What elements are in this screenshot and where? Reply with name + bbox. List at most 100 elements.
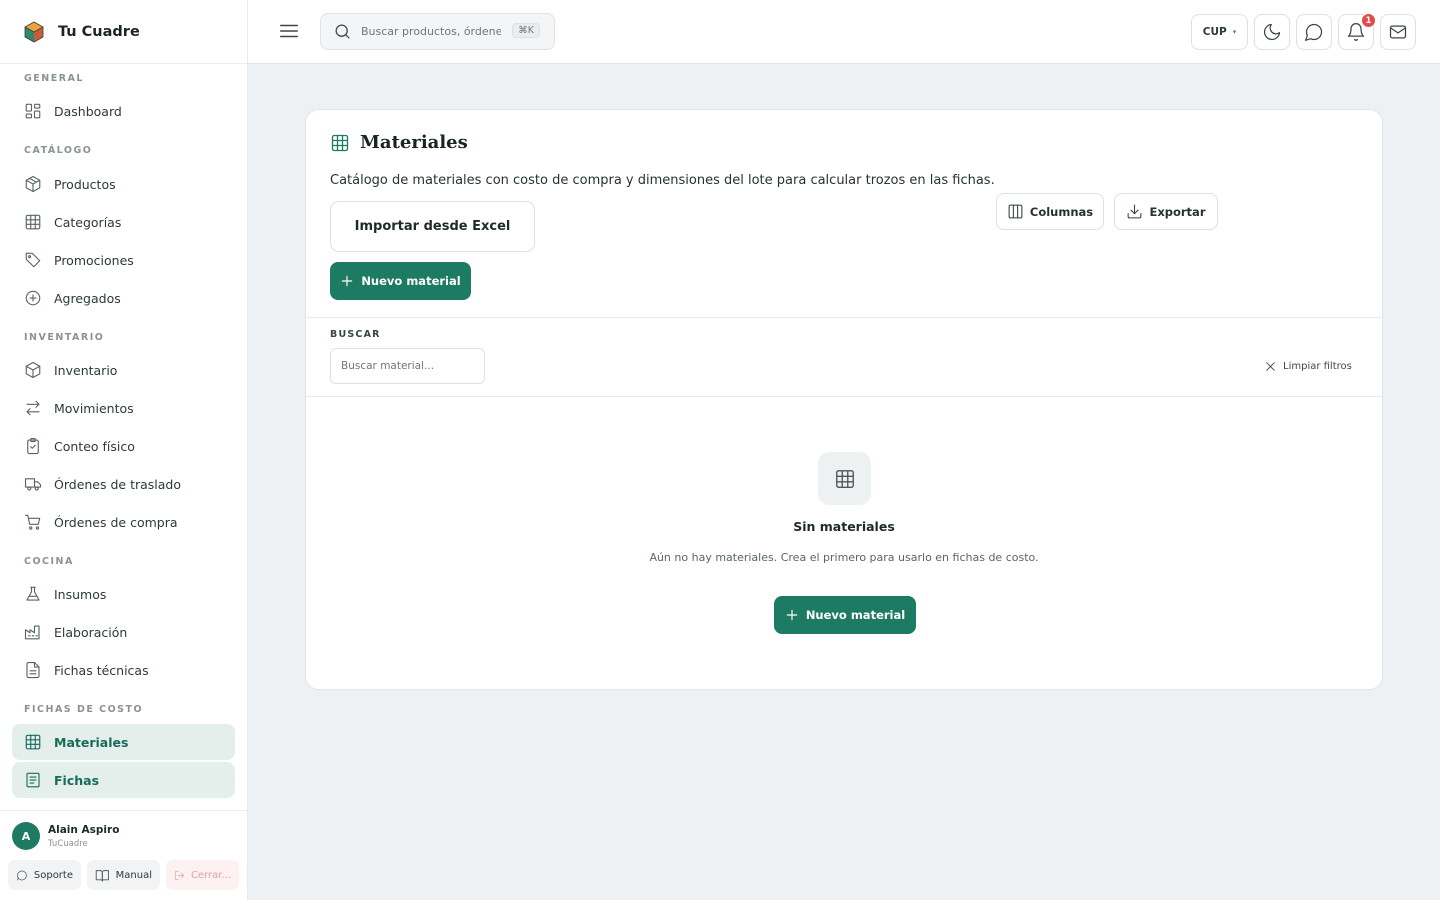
box-icon	[24, 175, 42, 193]
empty-state-description: Aún no hay materiales. Crea el primero p…	[649, 551, 1039, 564]
shortcut-hint: ⌘K	[512, 23, 540, 38]
plus-icon	[342, 275, 353, 287]
divider	[306, 396, 1382, 397]
topbar: ⌘K CUP ▾ 1	[248, 0, 1440, 64]
sidebar-item-productos[interactable]: Productos	[12, 166, 235, 202]
sidebar: Tu Cuadre GENERAL Dashboard CATÁLOGO Pro…	[0, 0, 248, 900]
sidebar-item-insumos[interactable]: Insumos	[12, 576, 235, 612]
book-icon	[95, 869, 109, 881]
sidebar-item-fichas[interactable]: Fichas	[12, 762, 235, 798]
search-label: BUSCAR	[330, 329, 381, 340]
empty-new-material-label: Nuevo material	[805, 608, 906, 622]
currency-value: CUP	[1202, 26, 1227, 38]
sidebar-item-label: Promociones	[54, 252, 134, 268]
brand-name: Tu Cuadre	[58, 23, 140, 40]
clipboard-check-icon	[24, 437, 42, 455]
theme-toggle-button[interactable]	[1254, 14, 1290, 50]
sidebar-item-traslado[interactable]: Órdenes de traslado	[12, 466, 235, 502]
sidebar-item-label: Materiales	[54, 734, 129, 750]
columns-label: Columnas	[1029, 204, 1094, 219]
sidebar-item-elaboracion[interactable]: Elaboración	[12, 614, 235, 650]
page-title: Materiales	[360, 132, 468, 153]
logout-icon	[175, 870, 184, 880]
sidebar-item-movimientos[interactable]: Movimientos	[12, 390, 235, 426]
mail-icon	[1389, 25, 1407, 39]
sidebar-item-agregados[interactable]: Agregados	[12, 280, 235, 316]
chat-bubble-icon	[1305, 23, 1323, 41]
user-name: Alain Aspiro	[48, 824, 120, 836]
receipt-icon	[24, 771, 42, 789]
currency-select[interactable]: CUP ▾	[1191, 14, 1248, 50]
sidebar-item-compra[interactable]: Órdenes de compra	[12, 504, 235, 540]
moon-icon	[1263, 23, 1281, 41]
new-material-label: Nuevo material	[361, 274, 461, 288]
sidebar-item-label: Productos	[54, 176, 116, 192]
notification-badge: 1	[1361, 13, 1376, 28]
clear-filters-button[interactable]: Limpiar filtros	[1264, 360, 1352, 373]
file-text-icon	[24, 661, 42, 679]
search-input[interactable]	[361, 25, 501, 38]
sidebar-item-conteo[interactable]: Conteo físico	[12, 428, 235, 464]
empty-new-material-button[interactable]: Nuevo material	[774, 596, 916, 634]
material-search-input[interactable]	[330, 348, 485, 384]
grid-table-icon	[331, 134, 349, 151]
sidebar-item-promociones[interactable]: Promociones	[12, 242, 235, 278]
chat-button[interactable]	[1296, 14, 1332, 50]
sidebar-item-label: Elaboración	[54, 624, 128, 640]
page-description: Catálogo de materiales con costo de comp…	[330, 173, 995, 188]
user-block: A Alain Aspiro TuCuadre Soporte Manual C…	[0, 810, 247, 900]
sidebar-item-materiales[interactable]: Materiales	[12, 724, 235, 760]
sidebar-item-label: Inventario	[54, 362, 118, 378]
logout-label: Cerrar...	[190, 869, 231, 881]
export-button[interactable]: Exportar	[1114, 193, 1218, 230]
columns-button[interactable]: Columnas	[996, 193, 1104, 230]
notifications-button[interactable]: 1	[1338, 13, 1376, 50]
support-button[interactable]: Soporte	[8, 860, 81, 890]
tag-icon	[24, 251, 42, 269]
columns-icon	[1008, 204, 1023, 219]
brand[interactable]: Tu Cuadre	[0, 0, 247, 64]
plus-icon	[786, 609, 798, 621]
section-catalogo: CATÁLOGO	[24, 145, 93, 156]
divider	[306, 317, 1382, 318]
sidebar-item-inventario[interactable]: Inventario	[12, 352, 235, 388]
sidebar-item-dashboard[interactable]: Dashboard	[12, 93, 235, 129]
arrows-swap-icon	[24, 399, 42, 417]
avatar[interactable]: A	[12, 822, 40, 850]
sidebar-item-label: Órdenes de traslado	[54, 476, 182, 492]
manual-button[interactable]: Manual	[87, 860, 160, 890]
sidebar-item-fichas-tecnicas[interactable]: Fichas técnicas	[12, 652, 235, 688]
grid-icon	[24, 213, 42, 231]
clear-filters-label: Limpiar filtros	[1283, 361, 1352, 372]
support-label: Soporte	[33, 869, 73, 881]
sidebar-item-label: Fichas técnicas	[54, 662, 149, 678]
materials-card: Materiales Catálogo de materiales con co…	[305, 109, 1383, 690]
sidebar-item-label: Movimientos	[54, 400, 134, 416]
sidebar-item-label: Agregados	[54, 290, 121, 306]
menu-button[interactable]	[278, 20, 302, 44]
sidebar-item-label: Insumos	[54, 586, 107, 602]
sidebar-item-label: Fichas	[54, 772, 100, 788]
user-org: TuCuadre	[48, 839, 88, 849]
import-excel-button[interactable]: Importar desde Excel	[330, 201, 535, 252]
empty-state-title: Sin materiales	[793, 519, 895, 534]
flask-icon	[24, 585, 42, 603]
truck-icon	[24, 475, 42, 493]
mail-button[interactable]	[1380, 14, 1416, 50]
sidebar-item-label: Categorías	[54, 214, 122, 230]
chat-icon	[17, 870, 27, 880]
grid-table-icon	[835, 469, 854, 488]
download-icon	[1128, 204, 1142, 219]
hamburger-icon	[280, 24, 298, 38]
logout-button[interactable]: Cerrar...	[166, 860, 239, 890]
section-general: GENERAL	[24, 73, 84, 84]
search-icon	[335, 24, 350, 39]
sidebar-item-label: Dashboard	[54, 103, 122, 119]
sidebar-item-categorias[interactable]: Categorías	[12, 204, 235, 240]
factory-icon	[24, 623, 42, 641]
section-cocina: COCINA	[24, 556, 74, 567]
empty-state-icon-box	[818, 452, 871, 505]
global-search[interactable]: ⌘K	[320, 13, 555, 50]
chevron-down-icon: ▾	[1232, 28, 1237, 36]
new-material-button[interactable]: Nuevo material	[330, 262, 471, 300]
